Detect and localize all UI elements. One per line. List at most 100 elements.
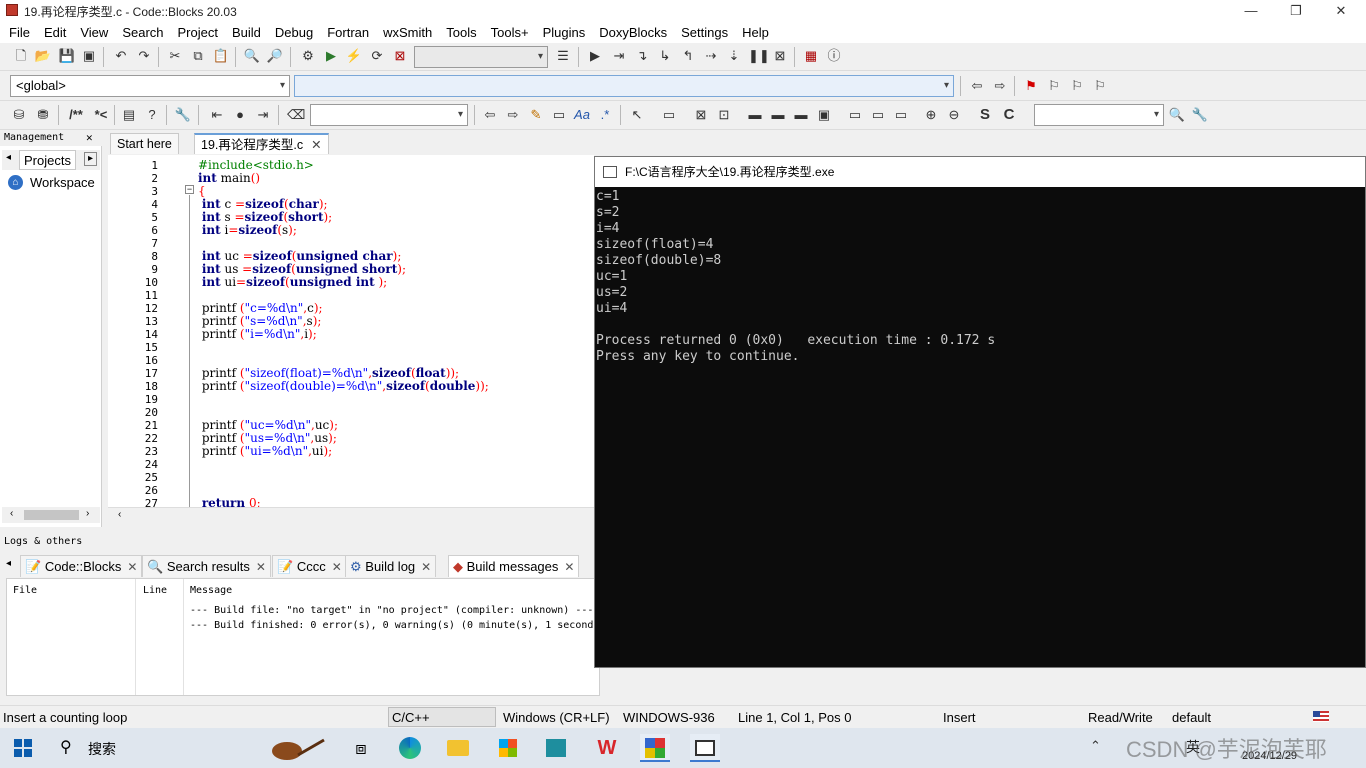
chm-docs-icon[interactable]: ? bbox=[143, 106, 161, 124]
jump-back-icon[interactable]: ⇦ bbox=[968, 77, 986, 95]
do-while-icon[interactable]: ▬ bbox=[792, 106, 810, 124]
tab-source-file[interactable]: 19.再论程序类型.c ✕ bbox=[194, 133, 329, 154]
save-all-icon[interactable]: ▣ bbox=[80, 47, 98, 65]
console-window[interactable]: F:\C语言程序大全\19.再论程序类型.exe c=1 s=2 i=4 siz… bbox=[594, 156, 1366, 668]
fold-toggle-icon[interactable]: − bbox=[185, 185, 194, 194]
jump-forward-icon[interactable]: ⇨ bbox=[991, 77, 1009, 95]
build-gear-icon[interactable]: ⚙ bbox=[299, 47, 317, 65]
tray-expand-icon[interactable]: ⌃ bbox=[1090, 738, 1101, 754]
symbol-combo[interactable]: ▾ bbox=[1034, 104, 1164, 126]
menu-fortran[interactable]: Fortran bbox=[320, 22, 376, 43]
clear-bookmarks-icon[interactable]: ⚐ bbox=[1091, 77, 1109, 95]
code-editor[interactable]: 1 2 3 4 5 6 7 8 9 10 11 12 13 14 15 16 1… bbox=[108, 155, 594, 507]
menu-settings[interactable]: Settings bbox=[674, 22, 735, 43]
codeblocks-taskbar-icon[interactable] bbox=[640, 734, 670, 762]
console-taskbar-icon[interactable] bbox=[690, 734, 720, 762]
paste-icon[interactable]: 📋 bbox=[212, 47, 230, 65]
source-export-icon[interactable]: S bbox=[976, 106, 994, 124]
tab-scroll-left-icon[interactable]: ◂ bbox=[6, 152, 11, 163]
next-bookmark-icon[interactable]: ⚐ bbox=[1068, 77, 1086, 95]
menu-project[interactable]: Project bbox=[171, 22, 225, 43]
switch-block-icon[interactable]: ⊡ bbox=[715, 106, 733, 124]
tab-close-icon[interactable]: ✕ bbox=[421, 560, 431, 574]
counting-loop-icon[interactable]: ▣ bbox=[815, 106, 833, 124]
windows-start-icon[interactable] bbox=[14, 739, 32, 757]
chart-app-icon[interactable] bbox=[542, 734, 572, 762]
continue-icon[interactable]: ▭ bbox=[869, 106, 887, 124]
menu-build[interactable]: Build bbox=[225, 22, 268, 43]
replace-icon[interactable]: 🔎 bbox=[266, 47, 284, 65]
open-folder-icon[interactable]: 📂 bbox=[34, 47, 52, 65]
scroll-left-icon[interactable]: ‹ bbox=[118, 509, 121, 520]
menu-file[interactable]: File bbox=[2, 22, 37, 43]
wps-office-icon[interactable]: W bbox=[592, 734, 622, 762]
zoom-in-icon[interactable]: ⊕ bbox=[922, 106, 940, 124]
save-icon[interactable]: 💾 bbox=[58, 47, 76, 65]
minimize-button[interactable]: — bbox=[1228, 0, 1274, 22]
search-icon[interactable]: ⚲ bbox=[60, 737, 72, 757]
tab-build-messages[interactable]: ◆ Build messages ✕ bbox=[448, 555, 580, 577]
toggle-marker-icon[interactable]: ● bbox=[231, 106, 249, 124]
prev-bookmark-icon[interactable]: ⚐ bbox=[1045, 77, 1063, 95]
function-combo[interactable]: ▾ bbox=[294, 75, 954, 97]
scroll-thumb[interactable] bbox=[24, 510, 79, 520]
rebuild-icon[interactable]: ⟳ bbox=[368, 47, 386, 65]
tab-scroll-right-icon[interactable]: ▸ bbox=[84, 152, 97, 166]
debug-windows-icon[interactable]: ▦ bbox=[802, 47, 820, 65]
next-instruction-icon[interactable]: ⇢ bbox=[702, 47, 720, 65]
zoom-out-icon[interactable]: ⊖ bbox=[945, 106, 963, 124]
doxy-config-icon[interactable]: 🔧 bbox=[174, 106, 192, 124]
column-header-message[interactable]: Message bbox=[190, 585, 232, 596]
tab-codeblocks-log[interactable]: 📝 Code::Blocks ✕ bbox=[20, 555, 143, 577]
tab-close-icon[interactable]: ✕ bbox=[564, 560, 574, 574]
tab-build-log[interactable]: ⚙ Build log ✕ bbox=[345, 555, 437, 577]
redo-icon[interactable]: ↷ bbox=[135, 47, 153, 65]
break-icon[interactable]: ▭ bbox=[846, 106, 864, 124]
menu-tools-plus[interactable]: Tools+ bbox=[484, 22, 536, 43]
console-title-bar[interactable]: F:\C语言程序大全\19.再论程序类型.exe bbox=[595, 157, 1365, 187]
tab-search-results[interactable]: 🔍 Search results ✕ bbox=[142, 555, 271, 577]
tab-close-icon[interactable]: ✕ bbox=[256, 560, 266, 574]
new-file-icon[interactable]: 🗋 bbox=[12, 47, 30, 65]
step-out-icon[interactable]: ↰ bbox=[679, 47, 697, 65]
tab-close-icon[interactable]: ✕ bbox=[332, 560, 342, 574]
menu-doxyblocks[interactable]: DoxyBlocks bbox=[592, 22, 674, 43]
tab-cccc[interactable]: 📝 Cccc ✕ bbox=[272, 555, 347, 577]
cut-icon[interactable]: ✂ bbox=[166, 47, 184, 65]
menu-search[interactable]: Search bbox=[115, 22, 170, 43]
copy-icon[interactable]: ⧉ bbox=[189, 47, 207, 65]
scroll-right-icon[interactable]: › bbox=[86, 508, 89, 519]
fold-margin[interactable]: − bbox=[184, 155, 196, 507]
undo-icon[interactable]: ↶ bbox=[112, 47, 130, 65]
regex-icon[interactable]: .* bbox=[596, 106, 614, 124]
search-prev-icon[interactable]: ⇦ bbox=[481, 106, 499, 124]
menu-edit[interactable]: Edit bbox=[37, 22, 73, 43]
show-targets-icon[interactable]: ☰ bbox=[554, 47, 572, 65]
doxy-wizard-icon[interactable]: ⛁ bbox=[10, 106, 28, 124]
return-icon[interactable]: ▭ bbox=[892, 106, 910, 124]
html-docs-icon[interactable]: ▤ bbox=[120, 106, 138, 124]
step-instruction-icon[interactable]: ⇣ bbox=[725, 47, 743, 65]
selected-text-icon[interactable]: ▭ bbox=[550, 106, 568, 124]
task-view-icon[interactable]: ⧈ bbox=[346, 734, 376, 762]
pause-icon[interactable]: ❚❚ bbox=[748, 47, 770, 65]
close-button[interactable]: ✕ bbox=[1318, 0, 1364, 22]
instruction-block-icon[interactable]: ▭ bbox=[660, 106, 678, 124]
menu-wxsmith[interactable]: wxSmith bbox=[376, 22, 439, 43]
find-icon[interactable]: 🔍 bbox=[243, 47, 261, 65]
taskbar-search-label[interactable]: 搜索 bbox=[88, 739, 116, 759]
block-comment-icon[interactable]: /** bbox=[64, 106, 88, 124]
microsoft-store-icon[interactable] bbox=[494, 734, 524, 762]
management-hscroll[interactable]: ‹ › bbox=[2, 507, 100, 523]
search-next-icon[interactable]: ⇨ bbox=[504, 106, 522, 124]
incremental-search-clear-icon[interactable]: ⌫ bbox=[287, 106, 305, 124]
tab-close-icon[interactable]: ✕ bbox=[127, 560, 137, 574]
toggle-bookmark-icon[interactable]: ⚑ bbox=[1022, 77, 1040, 95]
settings-wrench-icon[interactable]: 🔧 bbox=[1191, 106, 1209, 124]
restore-button[interactable]: ❐ bbox=[1273, 0, 1319, 22]
next-marker-icon[interactable]: ⇥ bbox=[254, 106, 272, 124]
tab-projects[interactable]: Projects bbox=[19, 150, 76, 170]
editor-hscroll[interactable]: ‹ bbox=[108, 507, 594, 523]
abort-icon[interactable]: ⊠ bbox=[391, 47, 409, 65]
info-icon[interactable]: ⓘ bbox=[825, 47, 843, 65]
